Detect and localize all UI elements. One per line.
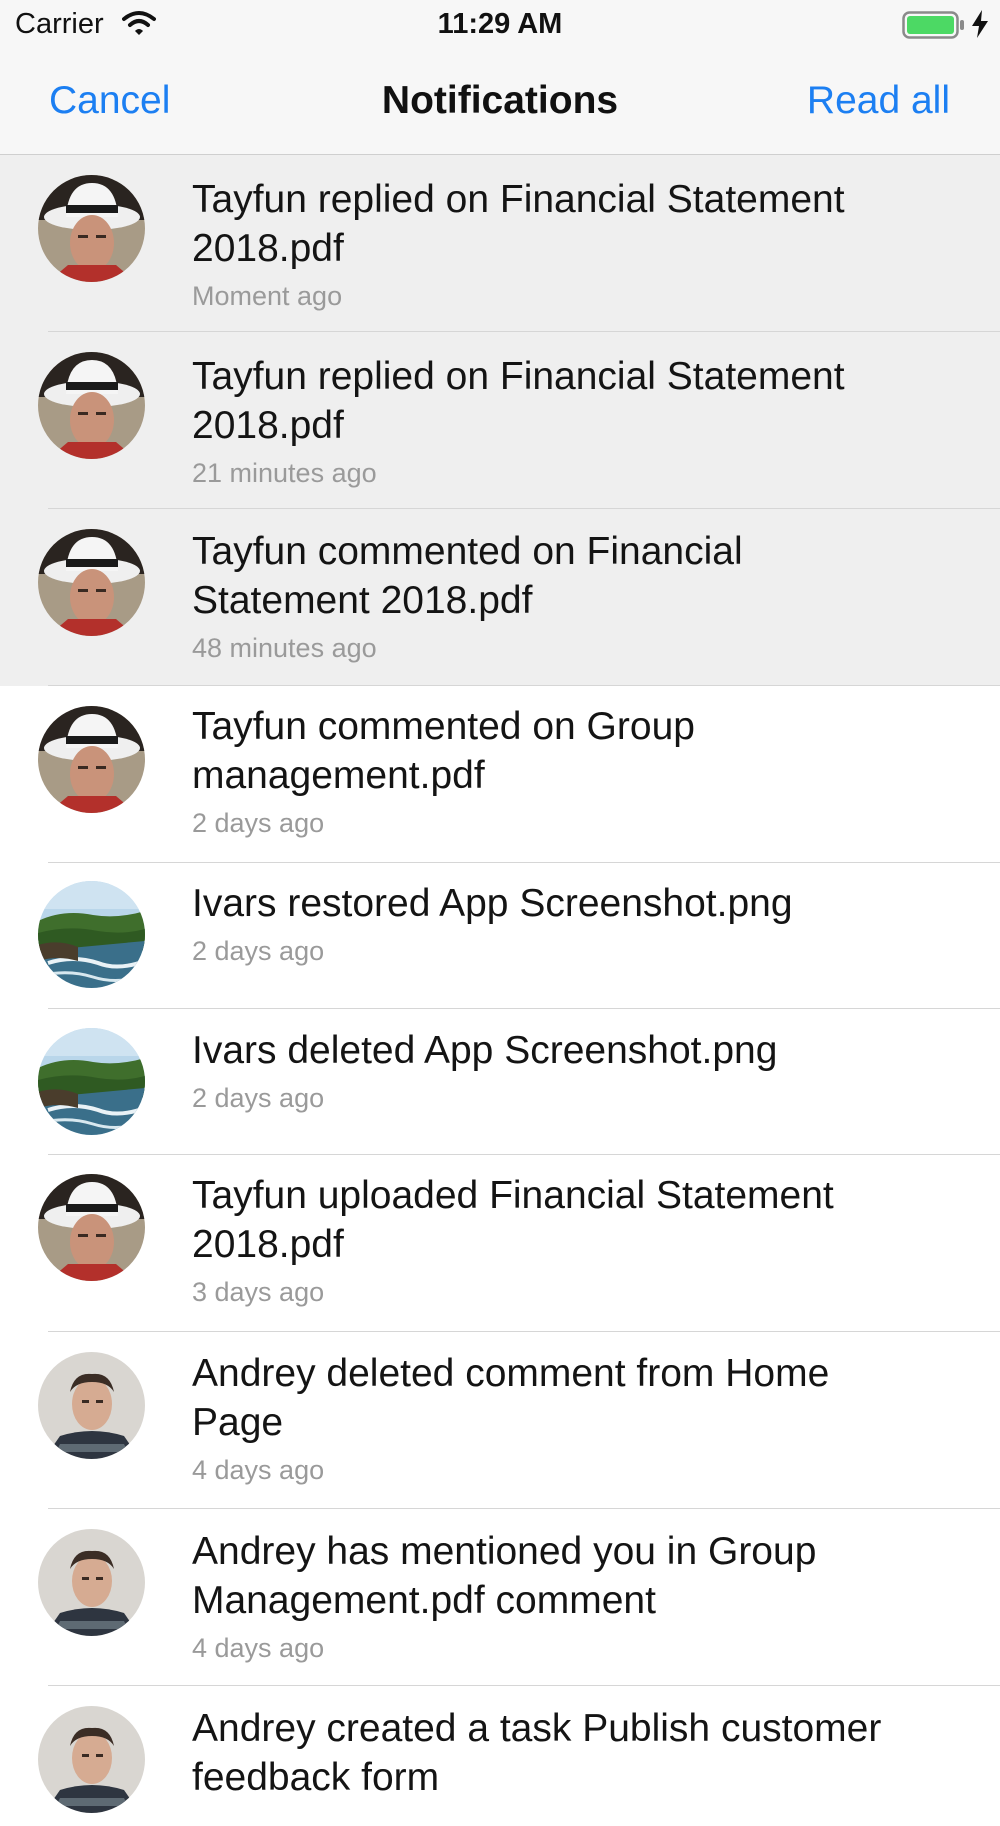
- notification-row[interactable]: Tayfun commented on Financial Statement …: [0, 509, 1000, 686]
- notification-row[interactable]: Andrey deleted comment from Home Page 4 …: [0, 1332, 1000, 1509]
- notification-time: Moment ago: [192, 281, 343, 311]
- notification-time: 3 days ago: [192, 1277, 325, 1307]
- notification-title: Ivars deleted App Screenshot.png: [192, 1029, 778, 1072]
- notification-text: Tayfun commented on Financial Statement …: [192, 527, 910, 664]
- notification-row[interactable]: Tayfun replied on Financial Statement 20…: [0, 155, 1000, 332]
- notification-text: Andrey has mentioned you in Group Manage…: [192, 1527, 910, 1664]
- notification-text: Andrey created a task Publish customer f…: [192, 1704, 910, 1810]
- notification-text: Ivars deleted App Screenshot.png 2 days …: [192, 1026, 910, 1114]
- notification-row[interactable]: Tayfun replied on Financial Statement 20…: [0, 332, 1000, 509]
- notification-text: Tayfun replied on Financial Statement 20…: [192, 352, 910, 489]
- notification-row[interactable]: Ivars restored App Screenshot.png 2 days…: [0, 863, 1000, 1009]
- notification-time: 4 days ago: [192, 1633, 325, 1663]
- tayfun-avatar: [38, 706, 145, 813]
- tayfun-avatar: [38, 1174, 145, 1281]
- notification-text: Tayfun uploaded Financial Statement 2018…: [192, 1171, 910, 1308]
- notification-title: Andrey deleted comment from Home Page: [192, 1352, 830, 1444]
- notification-title: Tayfun replied on Financial Statement 20…: [192, 355, 845, 447]
- tayfun-avatar: [38, 175, 145, 282]
- notification-time: 4 days ago: [192, 1455, 325, 1485]
- ivars-avatar: [38, 881, 145, 988]
- notification-text: Tayfun commented on Group management.pdf…: [192, 702, 910, 839]
- notification-list: Tayfun replied on Financial Statement 20…: [0, 155, 1000, 1826]
- notification-row[interactable]: Andrey has mentioned you in Group Manage…: [0, 1509, 1000, 1686]
- status-time: 11:29 AM: [437, 8, 563, 40]
- read-all-button[interactable]: Read all: [807, 79, 950, 123]
- notification-title: Tayfun commented on Financial Statement …: [192, 530, 743, 622]
- notification-time: 2 days ago: [192, 936, 325, 966]
- ivars-avatar: [38, 1028, 145, 1135]
- andrey-avatar: [38, 1529, 145, 1636]
- notification-time: 48 minutes ago: [192, 633, 377, 663]
- notification-text: Tayfun replied on Financial Statement 20…: [192, 175, 910, 312]
- notification-title: Tayfun commented on Group management.pdf: [192, 705, 695, 797]
- notification-time: 21 minutes ago: [192, 458, 377, 488]
- status-bar: Carrier 11:29 AM: [0, 0, 1000, 50]
- battery-icon: [902, 11, 966, 44]
- navigation-bar: Cancel Notifications Read all: [0, 50, 1000, 155]
- notification-row[interactable]: Ivars deleted App Screenshot.png 2 days …: [0, 1009, 1000, 1155]
- andrey-avatar: [38, 1352, 145, 1459]
- andrey-avatar: [38, 1706, 145, 1813]
- notification-row[interactable]: Tayfun uploaded Financial Statement 2018…: [0, 1155, 1000, 1332]
- notification-row[interactable]: Tayfun commented on Group management.pdf…: [0, 686, 1000, 863]
- charging-icon: [970, 9, 990, 44]
- notification-row[interactable]: Andrey created a task Publish customer f…: [0, 1686, 1000, 1826]
- notification-title: Tayfun replied on Financial Statement 20…: [192, 178, 845, 270]
- notification-title: Tayfun uploaded Financial Statement 2018…: [192, 1174, 834, 1266]
- notification-title: Andrey has mentioned you in Group Manage…: [192, 1530, 817, 1622]
- notification-text: Ivars restored App Screenshot.png 2 days…: [192, 879, 910, 967]
- notification-title: Andrey created a task Publish customer f…: [192, 1707, 882, 1799]
- tayfun-avatar: [38, 529, 145, 636]
- tayfun-avatar: [38, 352, 145, 459]
- notification-time: 2 days ago: [192, 1083, 325, 1113]
- notification-text: Andrey deleted comment from Home Page 4 …: [192, 1349, 910, 1486]
- notification-title: Ivars restored App Screenshot.png: [192, 882, 793, 925]
- notification-time: 2 days ago: [192, 808, 325, 838]
